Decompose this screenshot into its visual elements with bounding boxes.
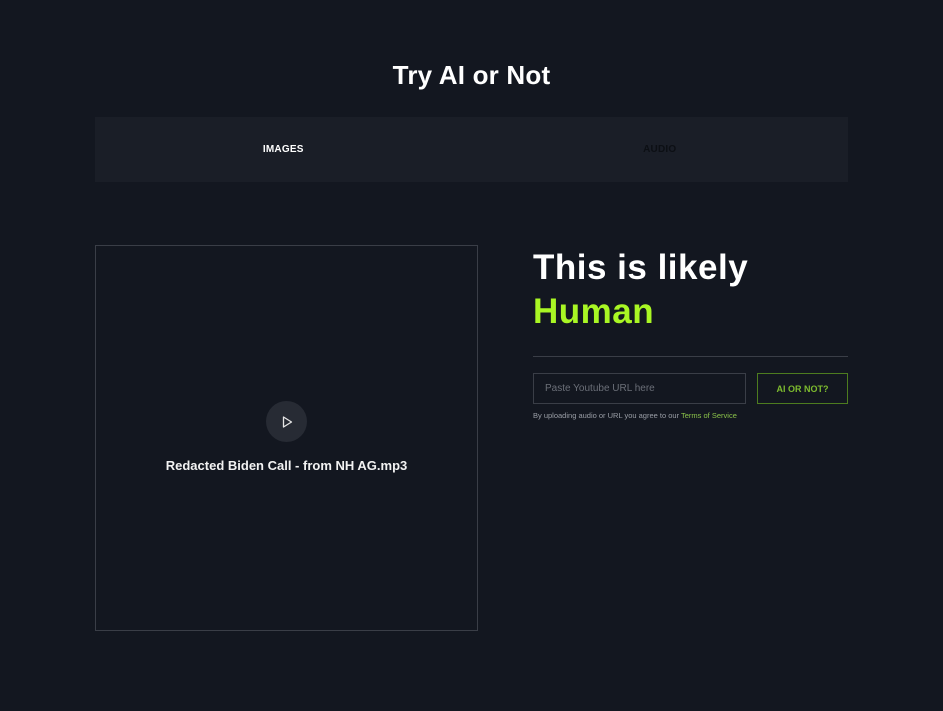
result-panel: This is likely Human <box>533 246 848 334</box>
terms-text: By uploading audio or URL you agree to o… <box>533 411 682 420</box>
play-button[interactable] <box>266 401 307 442</box>
youtube-url-input[interactable] <box>533 373 746 404</box>
page-title: Try AI or Not <box>392 60 551 90</box>
page: Try AI or Not IMAGES AUDIO Redacted Bide… <box>0 0 943 711</box>
divider <box>533 356 848 357</box>
media-type-tabs: IMAGES AUDIO <box>95 117 848 182</box>
result-verdict: Human <box>533 292 655 331</box>
terms-of-service-link[interactable]: Terms of Service <box>681 411 737 420</box>
result-heading: This is likely <box>533 248 749 287</box>
terms-notice: By uploading audio or URL you agree to o… <box>533 411 848 420</box>
tab-images[interactable]: IMAGES <box>95 117 472 182</box>
audio-upload-dropzone[interactable]: Redacted Biden Call - from NH AG.mp3 <box>95 245 478 631</box>
play-icon <box>282 415 292 428</box>
uploaded-file-name: Redacted Biden Call - from NH AG.mp3 <box>165 458 408 473</box>
tab-audio[interactable]: AUDIO <box>472 117 849 182</box>
ai-or-not-button[interactable]: AI OR NOT? <box>757 373 848 404</box>
